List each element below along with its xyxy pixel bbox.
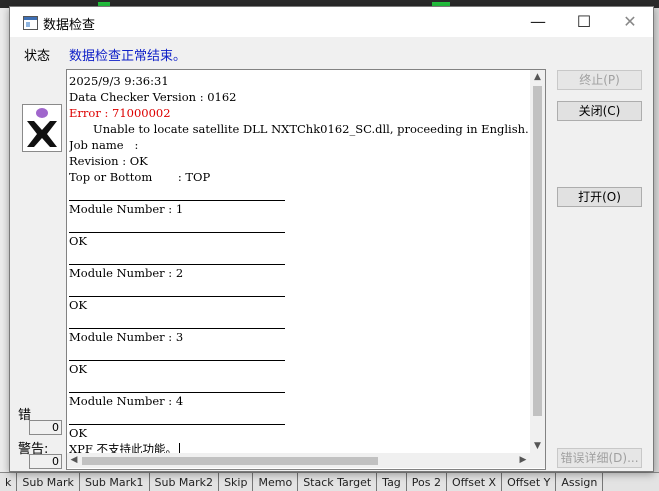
- log-line-text: OK: [69, 298, 88, 312]
- log-line: OK: [69, 425, 529, 441]
- log-line: XPF 不支持此功能。: [69, 441, 529, 453]
- maximize-button[interactable]: ☐: [561, 7, 607, 37]
- background-tab[interactable]: Memo: [253, 473, 299, 491]
- window-title: 数据检查: [43, 18, 96, 33]
- status-message: 数据检查正常结束。: [69, 49, 187, 64]
- close-button[interactable]: 关闭(C): [557, 101, 642, 121]
- scroll-right-icon[interactable]: ▶: [516, 453, 530, 468]
- background-tab[interactable]: k: [0, 473, 18, 491]
- background-tab[interactable]: Tag: [377, 473, 407, 491]
- log-line-text: Top or Bottom : TOP: [69, 170, 211, 184]
- background-tab[interactable]: Offset Y: [502, 473, 557, 491]
- status-label: 状态: [24, 49, 51, 64]
- log-separator: [69, 345, 529, 361]
- scroll-up-icon[interactable]: ▲: [530, 70, 545, 84]
- log-line-text: OK: [69, 234, 88, 248]
- log-line-text: Unable to locate satellite DLL NXTChk016…: [93, 122, 529, 136]
- background-tab[interactable]: Sub Mark1: [80, 473, 150, 491]
- background-tab[interactable]: Assign: [556, 473, 604, 491]
- log-line-text: Module Number : 4: [69, 394, 184, 408]
- background-tab-strip: k Sub Mark Sub Mark1 Sub Mark2 Skip Memo Stack…: [0, 472, 659, 491]
- log-separator: [69, 185, 529, 201]
- log-error-line: Error : 71000002: [69, 105, 529, 121]
- log-line: Unable to locate satellite DLL NXTChk016…: [69, 121, 529, 137]
- log-line-text: 2025/9/3 9:36:31: [69, 74, 169, 88]
- background-tab[interactable]: Sub Mark2: [150, 473, 220, 491]
- scrollbar-corner: [530, 453, 545, 468]
- window-app-icon: [23, 16, 38, 30]
- log-line-text: Module Number : 3: [69, 330, 184, 344]
- log-line: 2025/9/3 9:36:31: [69, 73, 529, 89]
- log-line-text: Error : 71000002: [69, 106, 171, 120]
- log-line-text: Revision : OK: [69, 154, 148, 168]
- scroll-thumb-horizontal[interactable]: [82, 457, 378, 465]
- log-separator: [69, 217, 529, 233]
- log-line: Module Number : 1: [69, 201, 529, 217]
- background-tab[interactable]: Skip: [219, 473, 254, 491]
- scroll-left-icon[interactable]: ◀: [67, 453, 81, 468]
- stop-button[interactable]: 终止(P): [557, 70, 642, 90]
- background-tab[interactable]: Stack Target: [298, 473, 378, 491]
- log-textarea[interactable]: 2025/9/3 9:36:31 Data Checker Version : 0…: [66, 69, 546, 470]
- data-check-dialog: 数据检查 — ☐ ✕ 状态 数据检查正常结束。 2025/9/3 9:36:31…: [9, 6, 654, 472]
- background-tab[interactable]: Pos 2: [407, 473, 447, 491]
- log-line: Module Number : 3: [69, 329, 529, 345]
- text-caret: [179, 443, 181, 453]
- log-separator: [69, 249, 529, 265]
- log-line-text: OK: [69, 362, 88, 376]
- background-tab[interactable]: Offset X: [447, 473, 503, 491]
- log-line-text: Job name :: [69, 138, 139, 152]
- log-content: 2025/9/3 9:36:31 Data Checker Version : 0…: [69, 73, 529, 453]
- log-line-text: Module Number : 1: [69, 202, 184, 216]
- log-line-text: XPF 不支持此功能。: [69, 442, 178, 453]
- scroll-down-icon[interactable]: ▼: [530, 439, 545, 453]
- log-separator: [69, 409, 529, 425]
- log-line: OK: [69, 233, 529, 249]
- scroll-thumb[interactable]: [533, 86, 542, 416]
- warning-count-field: 0: [29, 454, 62, 469]
- log-line: Module Number : 2: [69, 265, 529, 281]
- log-line: Module Number : 4: [69, 393, 529, 409]
- error-details-button[interactable]: 错误详细(D)...: [557, 448, 642, 468]
- vertical-scrollbar[interactable]: ▲ ▼: [530, 70, 545, 453]
- log-line: OK: [69, 361, 529, 377]
- log-line: OK: [69, 297, 529, 313]
- app-logo: [22, 104, 62, 152]
- close-window-button[interactable]: ✕: [607, 7, 653, 37]
- log-line-text: OK: [69, 426, 88, 440]
- log-line: Revision : OK: [69, 153, 529, 169]
- open-button[interactable]: 打开(O): [557, 187, 642, 207]
- log-separator: [69, 281, 529, 297]
- log-separator: [69, 313, 529, 329]
- log-line-text: Data Checker Version : 0162: [69, 90, 237, 104]
- error-count-field: 0: [29, 420, 62, 435]
- log-line: Top or Bottom : TOP: [69, 169, 529, 185]
- minimize-button[interactable]: —: [515, 7, 561, 37]
- horizontal-scrollbar[interactable]: ◀ ▶: [67, 453, 530, 468]
- log-line: Data Checker Version : 0162: [69, 89, 529, 105]
- log-separator: [69, 377, 529, 393]
- log-line-text: Module Number : 2: [69, 266, 184, 280]
- log-line: Job name :: [69, 137, 529, 153]
- title-bar[interactable]: 数据检查 — ☐ ✕: [10, 7, 653, 37]
- background-tab[interactable]: Sub Mark: [17, 473, 80, 491]
